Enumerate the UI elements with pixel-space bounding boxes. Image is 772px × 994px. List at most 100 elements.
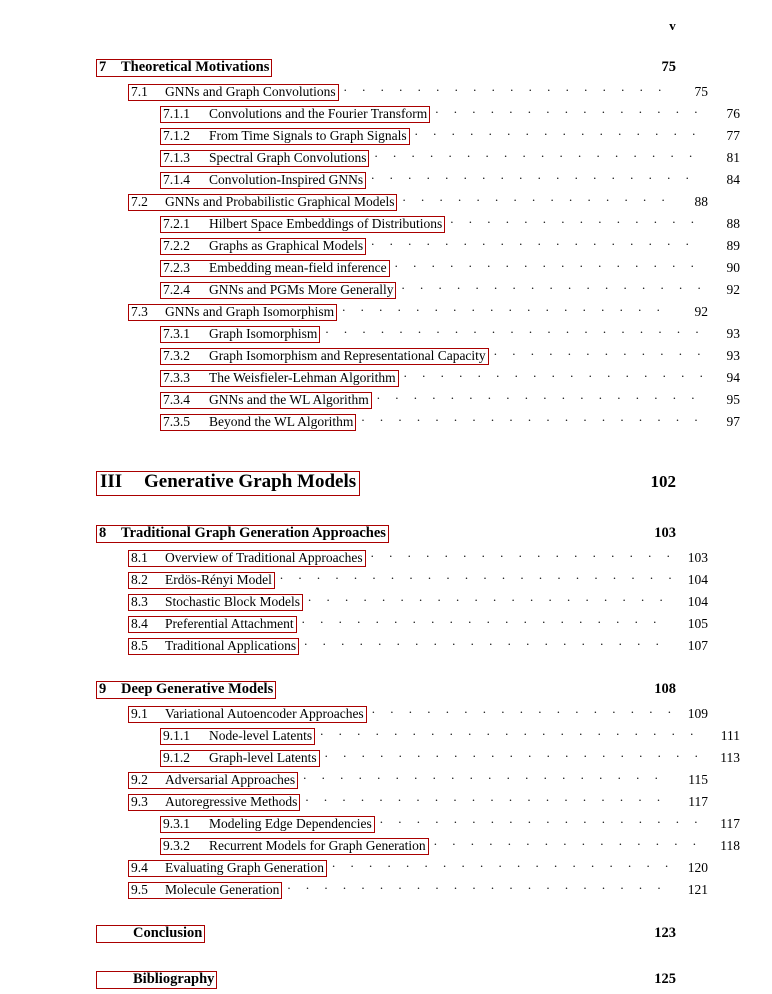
toc-subsection-link[interactable]: 7.3.4 GNNs and the WL Algorithm: [160, 391, 372, 410]
dot-leader: [281, 678, 639, 693]
toc-subsection-row: 7.3.1 Graph Isomorphism . . . . . . . . . …: [96, 324, 740, 346]
toc-section-link[interactable]: 8.3 Stochastic Block Models: [128, 593, 303, 612]
dot-leader: . . . . . . . . . . . . . . . . . . . . …: [342, 302, 671, 316]
toc-section-link[interactable]: 8.5 Traditional Applications: [128, 637, 300, 656]
dot-leader-dots: . . . . . . . . . . . . . . . . . . . . …: [370, 548, 671, 560]
toc-chapter-link[interactable]: Conclusion: [96, 924, 206, 944]
toc-subsection-link[interactable]: 7.2.1 Hilbert Space Embeddings of Distrib…: [160, 215, 446, 234]
toc-subsection-link[interactable]: 7.1.2 From Time Signals to Graph Signals: [160, 127, 410, 146]
dot-leader: . . . . . . . . . . . . . . . . . . . . …: [325, 324, 703, 338]
toc-chapter-link[interactable]: 7 Theoretical Motivations: [96, 58, 273, 78]
toc-section-row: 7.3 GNNs and Graph Isomorphism . . . . . .…: [96, 302, 708, 324]
dot-leader-dots: . . . . . . . . . . . . . . . . . . . . …: [374, 148, 703, 160]
page-folio: v: [669, 18, 676, 33]
toc-section-link[interactable]: 7.3 GNNs and Graph Isomorphism: [128, 303, 338, 322]
toc-section-link[interactable]: 8.4 Preferential Attachment: [128, 615, 297, 634]
toc-subsection-page-number: 81: [726, 149, 741, 165]
toc-subsection-number: 9.1.2: [163, 749, 190, 765]
toc-subsection-link[interactable]: 9.1.1 Node-level Latents: [160, 727, 316, 746]
toc-chapter-title: Bibliography: [133, 970, 215, 987]
toc-section-row: 9.5 Molecule Generation . . . . . . . . . …: [96, 880, 708, 902]
toc-part-number: III: [100, 471, 123, 492]
toc-subsection-link[interactable]: 7.1.1 Convolutions and the Fourier Transf…: [160, 105, 431, 124]
toc-subsection-page-number: 76: [726, 105, 741, 121]
toc-section-link[interactable]: 7.1 GNNs and Graph Convolutions: [128, 83, 339, 102]
toc-chapter-link[interactable]: 8 Traditional Graph Generation Approaches: [96, 524, 389, 544]
dot-leader-dots: . . . . . . . . . . . . . . . . . . . . …: [403, 368, 703, 380]
dot-leader-dots: . . . . . . . . . . . . . . . . . . . . …: [279, 570, 671, 582]
toc-chapter-title: Conclusion: [133, 924, 203, 941]
toc-section-page-number: 121: [687, 881, 708, 897]
toc-subsection-row: 9.1.2 Graph-level Latents . . . . . . . . …: [96, 748, 740, 770]
toc-subsection-link[interactable]: 7.3.2 Graph Isomorphism and Representatio…: [160, 347, 489, 366]
toc-subsection-row: 9.1.1 Node-level Latents . . . . . . . . .…: [96, 726, 740, 748]
toc-section-page-number: 92: [694, 303, 709, 319]
toc-section-link[interactable]: 9.3 Autoregressive Methods: [128, 793, 301, 812]
dot-leader-dots: . . . . . . . . . . . . . . . . . . . . …: [325, 324, 703, 336]
toc-subsection-link[interactable]: 7.1.4 Convolution-Inspired GNNs: [160, 171, 367, 190]
dot-leader: . . . . . . . . . . . . . . . . . . . . …: [374, 148, 703, 162]
toc-subsection-number: 7.1.2: [163, 127, 190, 143]
toc-subsection-row: 7.2.1 Hilbert Space Embeddings of Distrib…: [96, 214, 740, 236]
toc-section-number: 8.2: [131, 571, 148, 587]
toc-section-number: 9.2: [131, 771, 148, 787]
toc-subsection-number: 7.3.4: [163, 391, 190, 407]
toc-section-row: 7.2 GNNs and Probabilistic Graphical Mode…: [96, 192, 708, 214]
toc-subsection-number: 7.3.3: [163, 369, 190, 385]
toc-chapter-link[interactable]: 9 Deep Generative Models: [96, 680, 277, 700]
table-of-contents: 7 Theoretical Motivations 75 7.1 GNNs and Gr…: [96, 56, 740, 994]
dot-leader: [394, 522, 639, 537]
toc-subsection-page-number: 88: [726, 215, 741, 231]
toc-subsection-page-number: 77: [726, 127, 741, 143]
toc-section-link[interactable]: 9.5 Molecule Generation: [128, 881, 283, 900]
toc-subsection-link[interactable]: 7.2.2 Graphs as Graphical Models: [160, 237, 367, 256]
toc-section-number: 7.1: [131, 83, 148, 99]
toc-subsection-row: 7.3.3 The Weisfieler-Lehman Algorithm . . …: [96, 368, 740, 390]
toc-section-link[interactable]: 8.2 Erdös-Rényi Model: [128, 571, 275, 590]
toc-section-link[interactable]: 7.2 GNNs and Probabilistic Graphical Mode…: [128, 193, 398, 212]
toc-subsection-title: GNNs and PGMs More Generally: [209, 281, 394, 297]
toc-section-title: GNNs and Graph Convolutions: [165, 83, 336, 99]
toc-subsection-link[interactable]: 7.2.4 GNNs and PGMs More Generally: [160, 281, 397, 300]
toc-section-number: 8.4: [131, 615, 148, 631]
toc-subsection-number: 7.2.3: [163, 259, 190, 275]
toc-section-link[interactable]: 9.4 Evaluating Graph Generation: [128, 859, 327, 878]
toc-section-row: 9.4 Evaluating Graph Generation . . . . . …: [96, 858, 708, 880]
dot-leader: . . . . . . . . . . . . . . . . . . . . …: [361, 412, 703, 426]
toc-section-number: 8.3: [131, 593, 148, 609]
toc-chapter-number: 7: [99, 58, 107, 75]
toc-subsection-link[interactable]: 9.3.2 Recurrent Models for Graph Generati…: [160, 837, 429, 856]
toc-section-title: GNNs and Probabilistic Graphical Models: [165, 193, 395, 209]
toc-subsection-row: 7.2.2 Graphs as Graphical Models . . . . .…: [96, 236, 740, 258]
toc-chapter-link[interactable]: Bibliography: [96, 970, 218, 990]
toc-section-link[interactable]: 9.1 Variational Autoencoder Approaches: [128, 705, 367, 724]
toc-subsection-link[interactable]: 9.1.2 Graph-level Latents: [160, 749, 320, 768]
toc-section-number: 8.5: [131, 637, 148, 653]
toc-section-row: 9.2 Adversarial Approaches . . . . . . . .…: [96, 770, 708, 792]
dot-leader: . . . . . . . . . . . . . . . . . . . . …: [320, 726, 703, 740]
dot-leader: . . . . . . . . . . . . . . . . . . . . …: [303, 770, 671, 784]
toc-subsection-link[interactable]: 7.3.3 The Weisfieler-Lehman Algorithm: [160, 369, 399, 388]
toc-section-number: 8.1: [131, 549, 148, 565]
dot-leader: . . . . . . . . . . . . . . . . . . . . …: [371, 236, 703, 250]
toc-subsection-link[interactable]: 7.3.1 Graph Isomorphism: [160, 325, 321, 344]
dot-leader-dots: . . . . . . . . . . . . . . . . . . . . …: [320, 726, 703, 738]
dot-leader: . . . . . . . . . . . . . . . . . . . . …: [371, 170, 703, 184]
dot-leader: . . . . . . . . . . . . . . . . . . . . …: [415, 126, 703, 140]
toc-subsection-page-number: 117: [720, 815, 740, 831]
toc-subsection-link[interactable]: 7.2.3 Embedding mean-field inference: [160, 259, 390, 278]
dot-leader-dots: . . . . . . . . . . . . . . . . . . . . …: [402, 192, 671, 204]
toc-section-title: Overview of Traditional Approaches: [165, 549, 363, 565]
toc-chapter-title: Traditional Graph Generation Approaches: [121, 524, 386, 541]
toc-section-link[interactable]: 9.2 Adversarial Approaches: [128, 771, 299, 790]
toc-section-link[interactable]: 8.1 Overview of Traditional Approaches: [128, 549, 366, 568]
toc-subsection-link[interactable]: 7.1.3 Spectral Graph Convolutions: [160, 149, 370, 168]
toc-section-number: 9.5: [131, 881, 148, 897]
toc-subsection-row: 9.3.1 Modeling Edge Dependencies . . . . .…: [96, 814, 740, 836]
toc-subsection-number: 7.3.1: [163, 325, 190, 341]
toc-section-title: Adversarial Approaches: [165, 771, 296, 787]
dot-leader: [365, 468, 633, 487]
toc-subsection-link[interactable]: 7.3.5 Beyond the WL Algorithm: [160, 413, 357, 432]
toc-part-link[interactable]: III Generative Graph Models: [96, 471, 361, 496]
toc-subsection-link[interactable]: 9.3.1 Modeling Edge Dependencies: [160, 815, 375, 834]
